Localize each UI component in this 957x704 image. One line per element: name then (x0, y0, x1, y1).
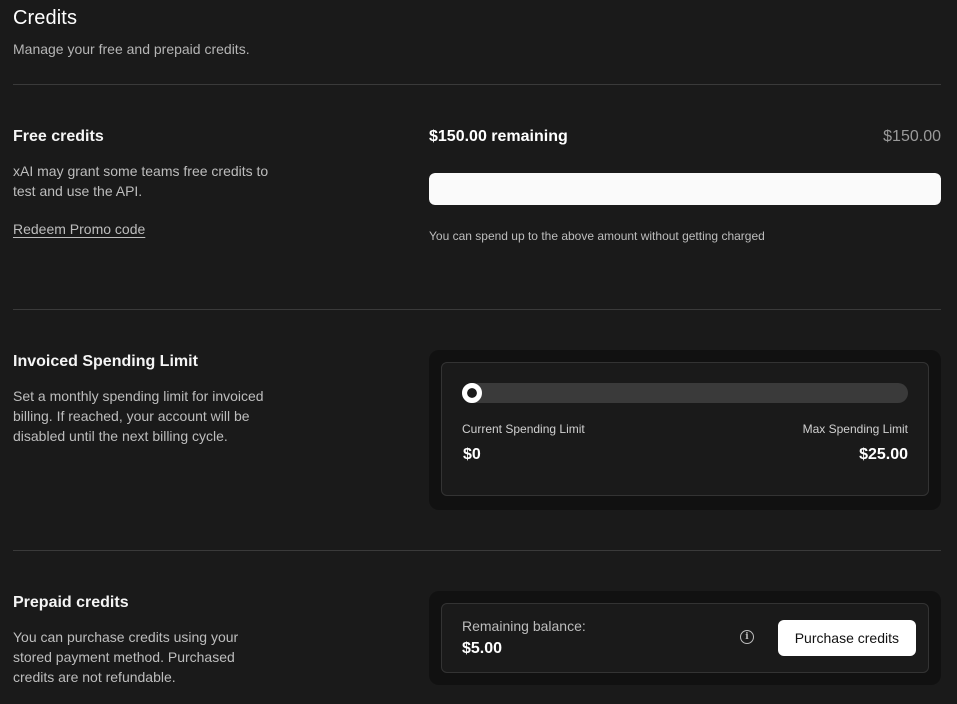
free-credits-title: Free credits (13, 128, 104, 145)
spending-limit-title: Invoiced Spending Limit (13, 353, 198, 370)
spending-limit-slider-handle[interactable] (462, 383, 482, 403)
free-credits-remaining: $150.00 remaining (429, 128, 568, 145)
free-credits-progress-bar (429, 173, 941, 205)
page-title: Credits (13, 7, 78, 29)
prepaid-credits-description: You can purchase credits using your stor… (13, 629, 239, 685)
remaining-balance-label: Remaining balance: (462, 618, 586, 634)
prepaid-card: Remaining balance: $5.00 i Purchase cred… (429, 591, 941, 685)
spending-limit-description: Set a monthly spending limit for invoice… (13, 388, 264, 444)
prepaid-credits-title: Prepaid credits (13, 594, 129, 611)
divider (13, 309, 941, 310)
max-limit-label: Max Spending Limit (802, 422, 908, 436)
free-credits-note: You can spend up to the above amount wit… (429, 229, 765, 243)
divider (13, 550, 941, 551)
current-limit-value: $0 (463, 446, 481, 463)
redeem-promo-link[interactable]: Redeem Promo code (13, 221, 145, 237)
spending-limit-card: Current Spending Limit Max Spending Limi… (429, 350, 941, 510)
current-limit-label: Current Spending Limit (462, 422, 585, 436)
prepaid-panel: Remaining balance: $5.00 i Purchase cred… (441, 603, 929, 673)
purchase-credits-button[interactable]: Purchase credits (777, 620, 916, 656)
divider (13, 84, 941, 85)
spending-limit-panel: Current Spending Limit Max Spending Limi… (441, 362, 929, 496)
spending-limit-slider[interactable] (462, 383, 908, 403)
free-credits-total: $150.00 (883, 128, 941, 145)
free-credits-description: xAI may grant some teams free credits to… (13, 163, 269, 199)
credits-page: Credits Manage your free and prepaid cre… (0, 0, 957, 704)
max-limit-value: $25.00 (859, 446, 908, 463)
info-icon[interactable]: i (740, 630, 754, 644)
remaining-balance-value: $5.00 (462, 640, 503, 657)
free-credits-progress-fill (429, 173, 941, 205)
page-subtitle: Manage your free and prepaid credits. (13, 41, 250, 57)
